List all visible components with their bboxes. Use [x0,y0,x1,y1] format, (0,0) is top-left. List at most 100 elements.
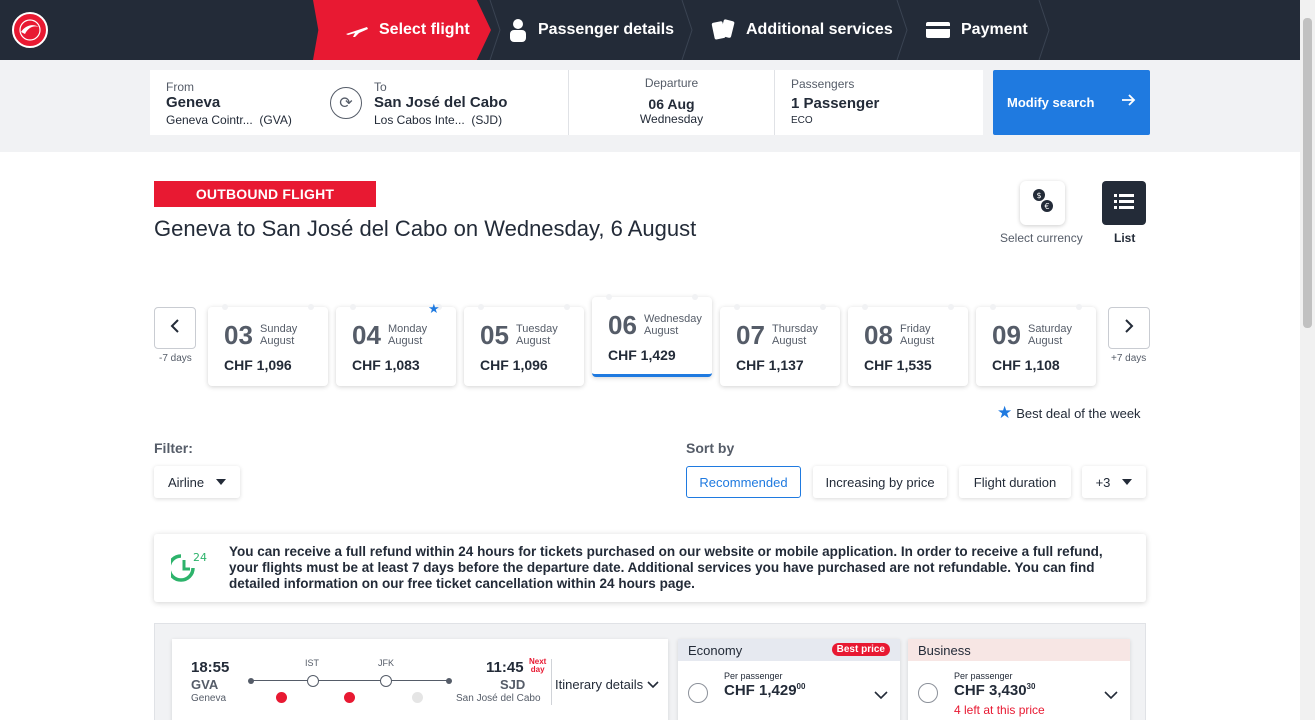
clock-24h-icon: 24 [167,550,209,589]
next-week-label: +7 days [1111,353,1147,364]
from-airport: Geneva Cointr... [166,113,253,127]
date-month: August [260,335,295,347]
partner-carrier-logo-icon [412,692,423,703]
card-icon [925,21,951,39]
caret-down-icon [216,479,227,485]
modify-search-button[interactable]: Modify search [993,70,1150,135]
step-separator [896,0,908,60]
step-label: Additional services [746,21,893,38]
route-start-dot [248,678,254,684]
step-additional-services[interactable]: Additional services [710,0,893,60]
stop-code: JFK [378,658,395,668]
date-number: 05 [480,320,509,350]
passengers-value: 1 Passenger [791,95,880,112]
select-currency-button[interactable]: $ € [1020,181,1065,225]
date-price: CHF 1,083 [352,357,420,373]
stop-marker [380,675,392,687]
date-card[interactable]: 07 Thursday August CHF 1,137 [720,304,840,386]
carrier-logo-icon [276,692,287,703]
passengers-label: Passengers [791,77,855,91]
list-icon [1114,193,1134,214]
date-weekday: Sunday [260,323,298,335]
date-card-selected[interactable]: 06 Wednesday August CHF 1,429 [592,294,712,377]
from-label: From [166,80,194,94]
filter-label: Filter: [154,440,193,456]
previous-week-button[interactable] [154,307,196,349]
date-weekday: Tuesday [516,323,558,335]
list-view-label: List [1114,231,1136,245]
cabin-class: ECO [791,115,813,126]
date-weekday: Friday [900,323,931,335]
caret-down-icon [1122,479,1133,485]
to-label: To [374,80,387,94]
airline-logo-icon[interactable] [12,12,48,48]
date-card[interactable]: 03 Sunday August CHF 1,096 [208,304,328,386]
outbound-flight-badge: OUTBOUND FLIGHT [154,181,376,207]
sort-price-button[interactable]: Increasing by price [813,466,947,498]
arrival-code: SJD [500,677,526,692]
person-icon [508,18,528,42]
to-code: (SJD) [471,113,503,127]
currency-exchange-icon: $ € [1032,188,1054,219]
step-separator [489,0,501,60]
departure-city: Geneva [191,693,227,704]
sort-recommended-button[interactable]: Recommended [686,466,801,498]
fare-class-label: Economy [688,642,743,658]
scrollbar-thumb[interactable] [1303,18,1312,328]
chevron-down-icon[interactable] [1104,687,1118,705]
arrow-right-icon [1120,92,1136,111]
date-month: August [900,335,935,347]
step-select-flight[interactable]: Select flight [313,0,491,60]
best-deal-star-icon: ★ [428,301,440,316]
sort-duration-button[interactable]: Flight duration [959,466,1071,498]
next-day-indicator: Next day [529,657,547,674]
stop-marker [307,675,319,687]
carrier-logo-icon [344,692,355,703]
date-price: CHF 1,096 [480,357,548,373]
date-month: August [644,325,679,337]
date-card[interactable]: 04 Monday August CHF 1,083 [336,304,456,386]
date-number: 04 [352,320,381,350]
itinerary-details-toggle[interactable]: Itinerary details [555,677,659,692]
date-price: CHF 1,137 [736,357,804,373]
step-payment[interactable]: Payment [925,0,1028,60]
date-weekday: Saturday [1028,323,1073,335]
date-price: CHF 1,429 [608,347,676,363]
swap-airports-button[interactable]: ⟳ [330,87,362,119]
sort-more-dropdown[interactable]: +3 [1082,466,1146,498]
route-end-dot [446,678,452,684]
departure-time: 18:55 [191,659,230,676]
sort-more-label: +3 [1095,474,1111,490]
date-month: August [772,335,807,347]
business-radio[interactable] [918,683,938,703]
per-passenger-label: Per passenger [954,671,1013,681]
date-number: 06 [608,310,637,340]
departure-field[interactable]: Departure 06 Aug Wednesday [568,70,774,135]
date-month: August [1028,335,1063,347]
step-label: Passenger details [538,21,675,38]
to-airport: Los Cabos Inte... [374,113,465,127]
arrival-time: 11:45 [486,659,524,676]
to-field[interactable]: To San José del Cabo Los Cabos Inte... (… [358,70,568,135]
chevron-left-icon [170,318,180,338]
from-city: Geneva [166,94,221,111]
date-card[interactable]: 05 Tuesday August CHF 1,096 [464,304,584,386]
svg-text:24: 24 [193,551,207,564]
from-field[interactable]: From Geneva Geneva Cointr... (GVA) [150,70,358,135]
date-weekday: Wednesday [644,313,702,325]
refund-notice: 24 You can receive a full refund within … [154,534,1146,602]
date-card[interactable]: 08 Friday August CHF 1,535 [848,304,968,386]
economy-radio[interactable] [688,683,708,703]
passengers-field[interactable]: Passengers 1 Passenger ECO [774,70,983,135]
date-card[interactable]: 09 Saturday August CHF 1,108 [976,304,1096,386]
next-week-button[interactable] [1108,307,1150,349]
economy-fare-option[interactable]: Economy Best price Per passenger CHF 1,4… [678,639,900,720]
svg-text:€: € [1044,202,1049,211]
list-view-button[interactable] [1102,181,1146,225]
chevron-down-icon[interactable] [874,687,888,705]
departure-code: GVA [191,677,219,692]
step-passenger-details[interactable]: Passenger details [508,0,674,60]
airline-filter-dropdown[interactable]: Airline [154,466,240,498]
date-month: August [516,335,551,347]
business-fare-option[interactable]: Business Per passenger CHF 3,43030 4 lef… [908,639,1130,720]
